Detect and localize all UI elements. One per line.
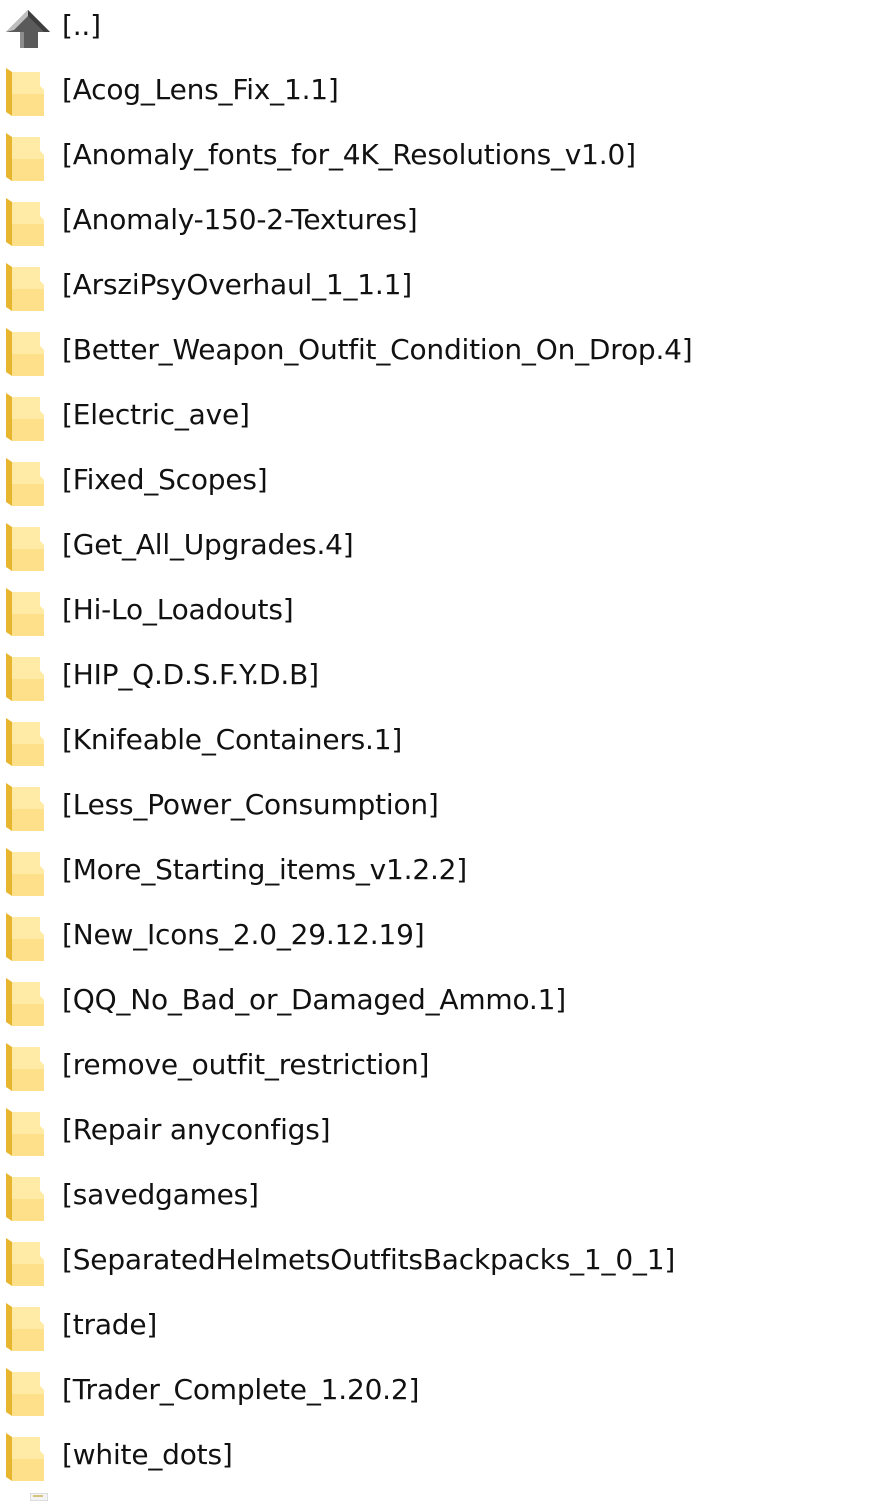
- folder-label: [trade]: [62, 1308, 158, 1341]
- folder-icon: [0, 1035, 52, 1095]
- folder-icon: [0, 710, 52, 770]
- folder-row[interactable]: [trade]: [0, 1295, 883, 1355]
- folder-row[interactable]: [white_dots]: [0, 1425, 883, 1485]
- folder-icon: [0, 320, 52, 380]
- folder-icon: [0, 1295, 52, 1355]
- folder-icon: [0, 1425, 52, 1485]
- up-arrow-icon: [0, 0, 52, 56]
- folder-row[interactable]: [New_Icons_2.0_29.12.19]: [0, 905, 883, 965]
- folder-row[interactable]: [Knifeable_Containers.1]: [0, 710, 883, 770]
- file-icon: [29, 1486, 49, 1502]
- folder-icon: [0, 1165, 52, 1225]
- folder-label: [white_dots]: [62, 1438, 233, 1471]
- folder-icon: [0, 1230, 52, 1290]
- folder-label: [Electric_ave]: [62, 398, 250, 431]
- folder-icon: [0, 125, 52, 185]
- folder-row[interactable]: [Anomaly-150-2-Textures]: [0, 190, 883, 250]
- folder-label: [Repair anyconfigs]: [62, 1113, 331, 1146]
- folder-label: [Fixed_Scopes]: [62, 463, 268, 496]
- folder-label: [Trader_Complete_1.20.2]: [62, 1373, 420, 1406]
- folder-row[interactable]: [Trader_Complete_1.20.2]: [0, 1360, 883, 1420]
- folder-label: [Better_Weapon_Outfit_Condition_On_Drop.…: [62, 333, 693, 366]
- folder-row[interactable]: [HIP_Q.D.S.F.Y.D.B]: [0, 645, 883, 705]
- folder-row[interactable]: [Get_All_Upgrades.4]: [0, 515, 883, 575]
- folder-label: [QQ_No_Bad_or_Damaged_Ammo.1]: [62, 983, 566, 1016]
- parent-directory-row[interactable]: [..]: [0, 0, 883, 56]
- folder-row[interactable]: [QQ_No_Bad_or_Damaged_Ammo.1]: [0, 970, 883, 1030]
- folder-icon: [0, 775, 52, 835]
- folder-icon: [0, 1360, 52, 1420]
- folder-row[interactable]: [Repair anyconfigs]: [0, 1100, 883, 1160]
- folder-label: [ArsziPsyOverhaul_1_1.1]: [62, 268, 412, 301]
- folder-row[interactable]: [remove_outfit_restriction]: [0, 1035, 883, 1095]
- folder-label: [Less_Power_Consumption]: [62, 788, 439, 821]
- folder-icon: [0, 580, 52, 640]
- folder-icon: [0, 255, 52, 315]
- folder-icon: [0, 840, 52, 900]
- file-list: [..] [Acog_Lens_Fix_1.1] [Anomaly_fonts_…: [0, 0, 883, 1502]
- folder-icon: [0, 60, 52, 120]
- folder-row[interactable]: [Better_Weapon_Outfit_Condition_On_Drop.…: [0, 320, 883, 380]
- folder-label: [Knifeable_Containers.1]: [62, 723, 403, 756]
- folder-label: [Acog_Lens_Fix_1.1]: [62, 73, 339, 106]
- folder-icon: [0, 385, 52, 445]
- folder-icon: [0, 190, 52, 250]
- folder-row[interactable]: [Less_Power_Consumption]: [0, 775, 883, 835]
- folder-icon: [0, 1100, 52, 1160]
- folder-label: [Hi-Lo_Loadouts]: [62, 593, 294, 626]
- folder-icon: [0, 450, 52, 510]
- folder-row[interactable]: [SeparatedHelmetsOutfitsBackpacks_1_0_1]: [0, 1230, 883, 1290]
- folder-label: [HIP_Q.D.S.F.Y.D.B]: [62, 658, 319, 691]
- folder-label: [SeparatedHelmetsOutfitsBackpacks_1_0_1]: [62, 1243, 676, 1276]
- folder-label: [Get_All_Upgrades.4]: [62, 528, 354, 561]
- folder-row[interactable]: [savedgames]: [0, 1165, 883, 1225]
- folder-icon: [0, 970, 52, 1030]
- folder-label: [Anomaly_fonts_for_4K_Resolutions_v1.0]: [62, 138, 636, 171]
- folder-label: [New_Icons_2.0_29.12.19]: [62, 918, 425, 951]
- folder-row[interactable]: [ArsziPsyOverhaul_1_1.1]: [0, 255, 883, 315]
- folder-icon: [0, 515, 52, 575]
- parent-directory-label: [..]: [62, 9, 101, 42]
- folder-row[interactable]: [Fixed_Scopes]: [0, 450, 883, 510]
- folder-label: [More_Starting_items_v1.2.2]: [62, 853, 468, 886]
- folder-icon: [0, 905, 52, 965]
- folder-label: [Anomaly-150-2-Textures]: [62, 203, 418, 236]
- folder-row[interactable]: [Electric_ave]: [0, 385, 883, 445]
- folder-label: [remove_outfit_restriction]: [62, 1048, 430, 1081]
- folder-icon: [0, 645, 52, 705]
- folder-row[interactable]: [Anomaly_fonts_for_4K_Resolutions_v1.0]: [0, 125, 883, 185]
- folder-row[interactable]: [Acog_Lens_Fix_1.1]: [0, 60, 883, 120]
- folder-row[interactable]: [More_Starting_items_v1.2.2]: [0, 840, 883, 900]
- folder-label: [savedgames]: [62, 1178, 259, 1211]
- folder-row[interactable]: [Hi-Lo_Loadouts]: [0, 580, 883, 640]
